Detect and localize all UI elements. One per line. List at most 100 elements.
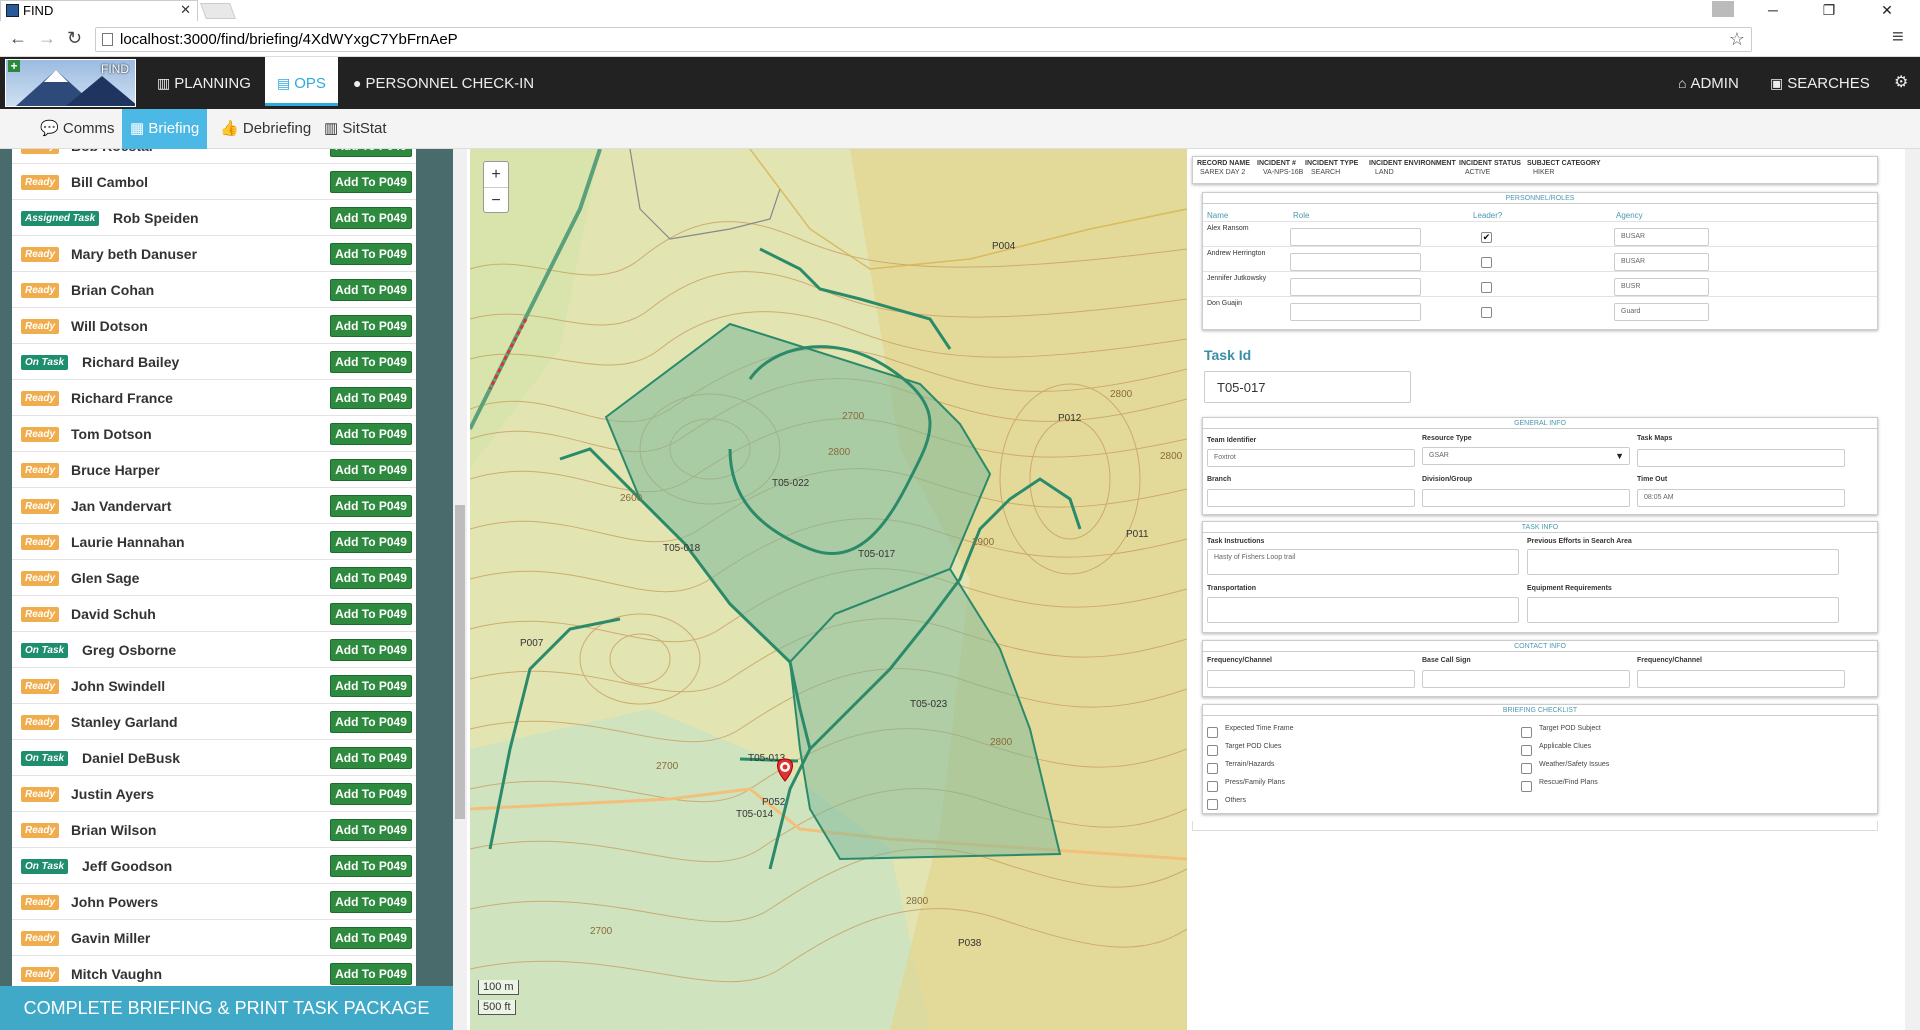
- resource-type-select[interactable]: GSAR ▼: [1422, 447, 1630, 465]
- checklist-checkbox[interactable]: [1521, 745, 1532, 756]
- add-to-team-button[interactable]: Add To P049: [330, 783, 412, 805]
- browser-menu-icon[interactable]: ≡: [1892, 26, 1904, 49]
- transportation-textarea[interactable]: [1207, 597, 1519, 623]
- add-to-team-button[interactable]: Add To P049: [330, 963, 412, 985]
- nav-searches[interactable]: ▣ SEARCHES: [1758, 57, 1882, 109]
- personnel-row[interactable]: On Task Jeff Goodson Add To P049: [12, 848, 416, 884]
- task-maps-input[interactable]: [1637, 449, 1845, 467]
- personnel-row[interactable]: Ready Stanley Garland Add To P049: [12, 704, 416, 740]
- personnel-row[interactable]: Ready David Schuh Add To P049: [12, 596, 416, 632]
- nav-ops[interactable]: ▤ OPS: [265, 57, 338, 106]
- personnel-row[interactable]: Ready Jan Vandervart Add To P049: [12, 488, 416, 524]
- add-to-team-button[interactable]: Add To P049: [330, 639, 412, 661]
- complete-briefing-button[interactable]: COMPLETE BRIEFING & PRINT TASK PACKAGE: [0, 986, 453, 1030]
- subnav-sitstat[interactable]: ▥ SitStat: [316, 109, 395, 149]
- add-to-team-button[interactable]: Add To P049: [330, 459, 412, 481]
- back-icon[interactable]: ←: [9, 28, 27, 49]
- frequency-input-1[interactable]: [1207, 670, 1415, 688]
- personnel-row[interactable]: On Task Richard Bailey Add To P049: [12, 344, 416, 380]
- bookmark-star-icon[interactable]: ☆: [1729, 29, 1745, 50]
- map-canvas[interactable]: P004 P012 P011 P007 P052 P038 T05-022 T05-018 T0…: [470, 149, 1187, 1030]
- add-to-team-button[interactable]: Add To P049: [330, 531, 412, 553]
- agency-input[interactable]: BUSAR: [1614, 253, 1709, 271]
- role-input[interactable]: [1290, 278, 1421, 296]
- personnel-row[interactable]: Ready Brian Cohan Add To P049: [12, 272, 416, 308]
- browser-tab[interactable]: FIND ✕: [0, 0, 198, 21]
- add-to-team-button[interactable]: Add To P049: [330, 351, 412, 373]
- new-tab-button[interactable]: [200, 3, 236, 19]
- add-to-team-button[interactable]: Add To P049: [330, 315, 412, 337]
- checklist-checkbox[interactable]: [1207, 763, 1218, 774]
- close-window-icon[interactable]: ✕: [1864, 0, 1910, 21]
- minimize-icon[interactable]: ─: [1750, 0, 1796, 21]
- find-logo[interactable]: + FIND: [5, 59, 136, 107]
- add-to-team-button[interactable]: Add To P049: [330, 171, 412, 193]
- personnel-row[interactable]: On Task Greg Osborne Add To P049: [12, 632, 416, 668]
- scrollbar-thumb[interactable]: [455, 505, 465, 819]
- zoom-out-button[interactable]: −: [484, 188, 508, 214]
- role-input[interactable]: [1290, 303, 1421, 321]
- agency-input[interactable]: BUSAR: [1614, 228, 1709, 246]
- add-to-team-button[interactable]: Add To P049: [330, 279, 412, 301]
- personnel-list[interactable]: Ready Bob Koestar Add To P049 Ready Bill Cam…: [12, 149, 416, 1030]
- personnel-row[interactable]: Ready John Powers Add To P049: [12, 884, 416, 920]
- add-to-team-button[interactable]: Add To P049: [330, 711, 412, 733]
- checklist-checkbox[interactable]: [1207, 781, 1218, 792]
- url-input[interactable]: localhost:3000/find/briefing/4XdWYxgC7Yb…: [95, 27, 1752, 52]
- nav-admin[interactable]: ⌂ ADMIN: [1666, 57, 1751, 109]
- previous-efforts-textarea[interactable]: [1527, 549, 1839, 575]
- agency-input[interactable]: Guard: [1614, 303, 1709, 321]
- task-instructions-textarea[interactable]: Hasty of Fishers Loop trail: [1207, 549, 1519, 575]
- profile-icon[interactable]: [1712, 1, 1734, 17]
- division-group-input[interactable]: [1422, 489, 1630, 507]
- tab-close-icon[interactable]: ✕: [180, 2, 191, 18]
- team-identifier-input[interactable]: Foxtrot: [1207, 449, 1415, 467]
- form-scrollbar[interactable]: [1905, 149, 1920, 1030]
- nav-personnel-check-in[interactable]: ● PERSONNEL CHECK-IN: [341, 57, 546, 109]
- add-to-team-button[interactable]: Add To P049: [330, 747, 412, 769]
- base-call-sign-input[interactable]: [1422, 670, 1630, 688]
- personnel-row[interactable]: Ready Will Dotson Add To P049: [12, 308, 416, 344]
- personnel-row[interactable]: On Task Daniel DeBusk Add To P049: [12, 740, 416, 776]
- personnel-row[interactable]: Ready Bill Cambol Add To P049: [12, 164, 416, 200]
- checklist-checkbox[interactable]: [1521, 781, 1532, 792]
- time-out-input[interactable]: 08:05 AM: [1637, 489, 1845, 507]
- checklist-checkbox[interactable]: [1207, 745, 1218, 756]
- add-to-team-button[interactable]: Add To P049: [330, 243, 412, 265]
- add-to-team-button[interactable]: Add To P049: [330, 891, 412, 913]
- agency-input[interactable]: BUSR: [1614, 278, 1709, 296]
- personnel-row[interactable]: Ready Glen Sage Add To P049: [12, 560, 416, 596]
- frequency-input-2[interactable]: [1637, 670, 1845, 688]
- topo-map[interactable]: P004 P012 P011 P007 P052 P038 T05-022 T05-018 T0…: [470, 149, 1187, 1030]
- restore-icon[interactable]: ❐: [1806, 0, 1852, 21]
- leader-checkbox[interactable]: [1481, 282, 1492, 293]
- subnav-debriefing[interactable]: 👍 Debriefing: [212, 109, 319, 149]
- add-to-team-button[interactable]: Add To P049: [330, 855, 412, 877]
- add-to-team-button[interactable]: Add To P049: [330, 423, 412, 445]
- personnel-row[interactable]: Ready Bruce Harper Add To P049: [12, 452, 416, 488]
- add-to-team-button[interactable]: Add To P049: [330, 927, 412, 949]
- add-to-team-button[interactable]: Add To P049: [330, 149, 412, 157]
- role-input[interactable]: [1290, 253, 1421, 271]
- add-to-team-button[interactable]: Add To P049: [330, 387, 412, 409]
- add-to-team-button[interactable]: Add To P049: [330, 495, 412, 517]
- role-input[interactable]: [1290, 228, 1421, 246]
- personnel-row[interactable]: Ready Tom Dotson Add To P049: [12, 416, 416, 452]
- settings-gear-icon[interactable]: ⚙: [1882, 57, 1920, 109]
- add-to-team-button[interactable]: Add To P049: [330, 675, 412, 697]
- personnel-row[interactable]: Ready Justin Ayers Add To P049: [12, 776, 416, 812]
- personnel-scrollbar[interactable]: [453, 149, 467, 1030]
- reload-icon[interactable]: ↻: [67, 28, 82, 49]
- checklist-checkbox[interactable]: [1207, 727, 1218, 738]
- personnel-row[interactable]: Ready Laurie Hannahan Add To P049: [12, 524, 416, 560]
- personnel-row[interactable]: Ready John Swindell Add To P049: [12, 668, 416, 704]
- add-to-team-button[interactable]: Add To P049: [330, 603, 412, 625]
- leader-checkbox[interactable]: [1481, 257, 1492, 268]
- checklist-checkbox[interactable]: [1521, 763, 1532, 774]
- leader-checkbox[interactable]: ✔: [1481, 232, 1492, 243]
- equipment-textarea[interactable]: [1527, 597, 1839, 623]
- checklist-checkbox[interactable]: [1521, 727, 1532, 738]
- zoom-in-button[interactable]: +: [484, 162, 508, 188]
- personnel-row[interactable]: Assigned Task Rob Speiden Add To P049: [12, 200, 416, 236]
- personnel-row[interactable]: Ready Gavin Miller Add To P049: [12, 920, 416, 956]
